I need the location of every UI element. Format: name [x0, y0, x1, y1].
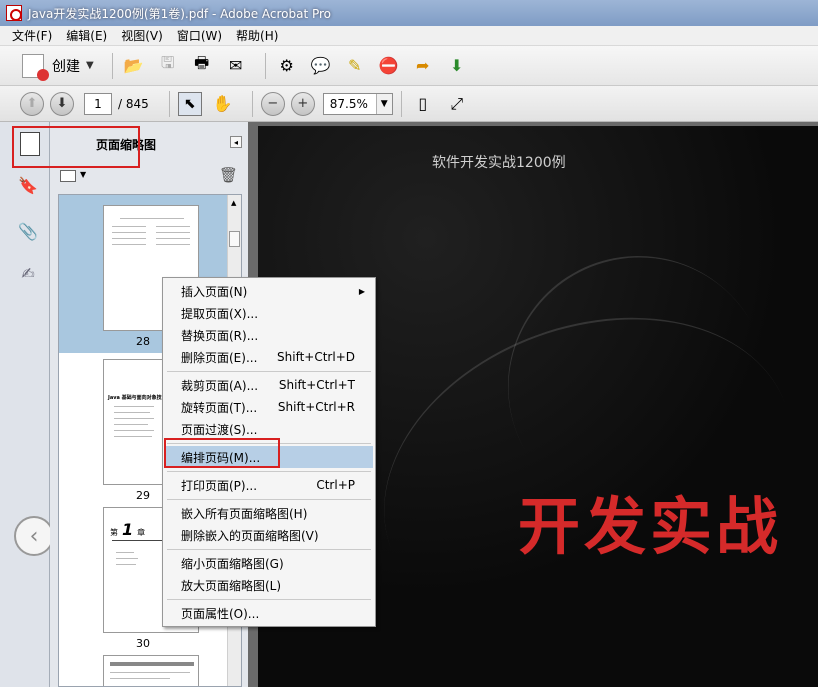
previous-view-button[interactable]: ‹ [14, 516, 54, 556]
menu-help[interactable]: 帮助(H) [236, 27, 278, 44]
toolbar-divider [111, 52, 113, 79]
page-total: / 845 [118, 96, 149, 111]
attachment-icon[interactable]: 📎 [18, 220, 38, 242]
scrollbar-thumb[interactable] [229, 231, 240, 247]
menu-item-insert-pages[interactable]: 插入页面(N) ▶ [165, 280, 373, 302]
open-folder-icon[interactable]: 📂 [121, 53, 147, 79]
menu-item-remove-embedded-thumbnails[interactable]: 删除嵌入的页面缩略图(V) [165, 524, 373, 546]
scroll-up-icon[interactable]: ▲ [231, 199, 236, 207]
menu-item-embed-thumbnails[interactable]: 嵌入所有页面缩略图(H) [165, 502, 373, 524]
create-label: 创建 [52, 58, 80, 75]
document-subtitle: 软件开发实战1200例 [432, 155, 566, 171]
bookmark-icon[interactable]: 🔖 [18, 174, 38, 196]
create-pdf-icon [22, 53, 49, 81]
menu-item-page-transitions[interactable]: 页面过渡(S)... [165, 418, 373, 440]
navigation-toolbar: ⬆ ⬇ 1 / 845 ⬉ ✋ − + 87.5% ▼ ▯ ⤢ [0, 86, 818, 122]
toolbar-divider [168, 90, 170, 117]
navigation-pane: 🔖 📎 ✍ ‹ [0, 122, 54, 687]
collapse-panel-icon[interactable]: ◂ [230, 136, 242, 148]
menu-item-enlarge-thumbnails[interactable]: 放大页面缩略图(L) [165, 574, 373, 596]
comment-icon[interactable]: 💬 [308, 53, 334, 79]
previous-page-button[interactable]: ⬆ [20, 91, 44, 116]
zoom-out-button[interactable]: − [260, 91, 285, 116]
fit-width-icon[interactable]: ⤢ [444, 91, 470, 117]
chevron-down-icon[interactable]: ▼ [375, 93, 392, 114]
chevron-down-icon[interactable]: ▼ [80, 170, 86, 179]
sign-document-icon[interactable]: ⛔ [376, 53, 402, 79]
export-document-icon[interactable]: ➦ [410, 53, 436, 79]
thumbnail-heading: Java 基础与面向对象技术 [108, 395, 167, 401]
menu-item-rotate-pages[interactable]: 旋转页面(T)... Shift+Ctrl+R [165, 396, 373, 418]
menu-item-page-properties[interactable]: 页面属性(O)... [165, 602, 373, 624]
fit-page-icon[interactable]: ▯ [410, 91, 436, 117]
submenu-arrow-icon: ▶ [358, 286, 365, 296]
menu-item-print-pages[interactable]: 打印页面(P)... Ctrl+P [165, 474, 373, 496]
toolbar-divider [251, 90, 253, 117]
share-document-icon[interactable]: ⬇ [444, 53, 470, 79]
save-icon[interactable]: 🖫 [155, 53, 181, 79]
thumbnail-label: 27 [59, 195, 227, 197]
options-icon[interactable] [60, 170, 76, 182]
menu-edit[interactable]: 编辑(E) [66, 27, 107, 44]
signature-icon[interactable]: ✍ [18, 262, 38, 284]
main-toolbar: 创建 ▼ 📂 🖫 🖶 ✉ ⚙ 💬 ✎ ⛔ ➦ ⬇ [0, 46, 818, 86]
toolbar-divider [264, 52, 266, 79]
acrobat-document-icon [6, 5, 22, 21]
zoom-in-button[interactable]: + [290, 91, 315, 116]
menu-item-crop-pages[interactable]: 裁剪页面(A)... Shift+Ctrl+T [165, 374, 373, 396]
gear-icon[interactable]: ⚙ [274, 53, 300, 79]
menu-view[interactable]: 视图(V) [121, 27, 163, 44]
title-bar: Java开发实战1200例(第1卷).pdf - Adobe Acrobat P… [0, 0, 818, 26]
menu-item-replace-pages[interactable]: 替换页面(R)... [165, 324, 373, 346]
hand-tool-icon[interactable]: ✋ [210, 91, 236, 117]
page-number-input[interactable]: 1 [84, 92, 112, 115]
email-icon[interactable]: ✉ [223, 53, 249, 79]
highlight-icon[interactable]: ✎ [342, 53, 368, 79]
document-cover-title: 开发实战 [518, 490, 783, 563]
zoom-value: 87.5% [329, 96, 368, 111]
window-title: Java开发实战1200例(第1卷).pdf - Adobe Acrobat P… [28, 6, 332, 21]
thumbnail-page-31[interactable] [103, 655, 199, 686]
next-page-button[interactable]: ⬇ [50, 91, 74, 116]
panel-toolbar: ▼ 🗑 [50, 166, 248, 188]
trash-icon[interactable]: 🗑 [219, 166, 238, 184]
menu-bar: 文件(F) 编辑(E) 视图(V) 窗口(W) 帮助(H) [0, 26, 818, 46]
select-tool-icon[interactable]: ⬉ [177, 91, 202, 116]
menu-item-reduce-thumbnails[interactable]: 缩小页面缩略图(G) [165, 552, 373, 574]
annotation-highlight-box [12, 126, 140, 168]
menu-separator [167, 471, 371, 472]
menu-file[interactable]: 文件(F) [12, 27, 52, 44]
menu-window[interactable]: 窗口(W) [177, 27, 222, 44]
menu-separator [167, 599, 371, 600]
toolbar-divider [400, 90, 402, 117]
thumbnail-chapter-text: 第1章 [110, 520, 146, 539]
chevron-down-icon: ▼ [86, 60, 94, 71]
menu-separator [167, 549, 371, 550]
menu-separator [167, 499, 371, 500]
annotation-highlight-box [164, 438, 280, 468]
print-icon[interactable]: 🖶 [189, 53, 215, 79]
zoom-select[interactable]: 87.5% ▼ [322, 92, 393, 115]
menu-separator [167, 371, 371, 372]
thumbnail-label: 30 [136, 637, 150, 650]
menu-item-delete-pages[interactable]: 删除页面(E)... Shift+Ctrl+D [165, 346, 373, 368]
create-button[interactable]: 创建 ▼ [22, 53, 94, 81]
menu-item-extract-pages[interactable]: 提取页面(X)... [165, 302, 373, 324]
